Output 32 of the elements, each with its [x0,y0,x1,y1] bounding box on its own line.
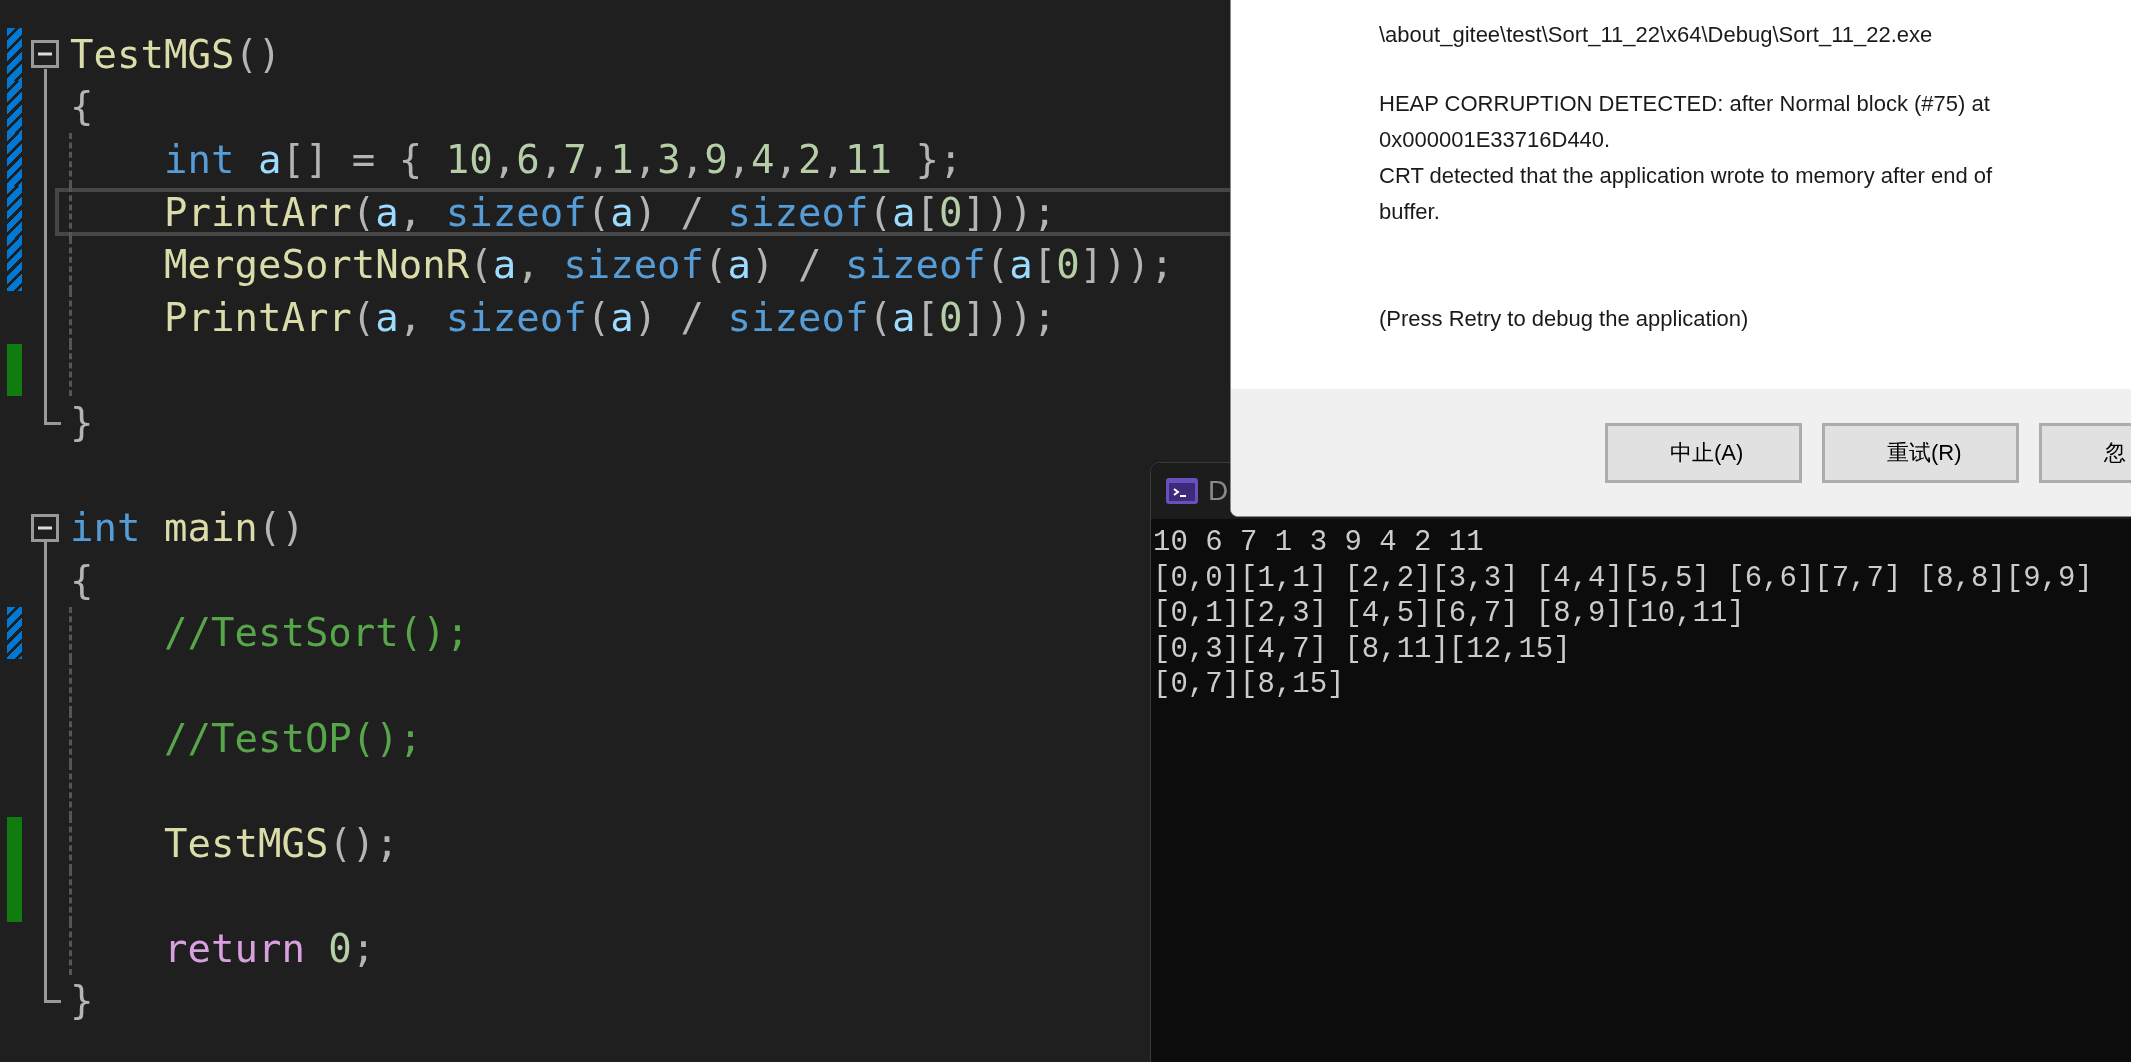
collapse-icon[interactable] [31,40,59,69]
code-line: int a[] = { 10,6,7,1,3,9,4,2,11 }; [164,140,963,179]
console-output-line: [0,1][2,3] [4,5][6,7] [8,9][10,11] [1153,596,1745,632]
code-line: } [70,981,94,1021]
code-line: PrintArr(a, sizeof(a) / sizeof(a[0])); [164,297,1057,337]
code-line: PrintArr(a, sizeof(a) / sizeof(a[0])); [164,192,1057,232]
dialog-button[interactable]: 忽 [2039,422,2131,483]
console-output-line: 10 6 7 1 3 9 4 2 11 [1153,525,1484,561]
console-output-line: [0,3][4,7] [8,11][12,15] [1153,631,1571,667]
collapse-icon[interactable] [31,513,59,542]
dialog-message-line: \about_gitee\test\Sort_11_22\x64\Debug\Sort_11_22.exe [1379,21,1933,49]
code-line: //TestOP(); [164,718,423,758]
console-output-line: [0,0][1,1] [2,2][3,3] [4,4][5,5] [6,6][7,7] [8,8][9,9] [1153,560,2093,596]
code-line: } [70,402,94,442]
code-line: int main() [70,508,305,548]
console-app-icon [1166,478,1198,504]
code-line: TestMGS() [70,34,282,74]
console-output-line: [0,7][8,15] [1153,667,1345,703]
dialog-message-line: 0x000001E33716D440. [1379,126,1611,154]
code-line: //TestSort(); [164,613,470,653]
console-title: D [1208,474,1229,508]
code-line: return 0; [164,928,376,968]
dialog-message-line: (Press Retry to debug the application) [1379,305,1749,333]
dialog-button[interactable]: 重试(R) [1822,422,2019,483]
dialog-message-line: HEAP CORRUPTION DETECTED: after Normal block (#75) at [1379,90,1990,118]
dialog-button[interactable]: 中止(A) [1605,422,1802,483]
code-line: { [70,87,94,127]
code-line: MergeSortNonR(a, sizeof(a) / sizeof(a[0])); [164,245,1174,285]
code-line: TestMGS(); [164,823,399,863]
dialog-message-line: buffer. [1379,198,1440,226]
dialog-message-line: CRT detected that the application wrote to memory after end of [1379,162,1993,190]
code-line: { [70,560,94,600]
